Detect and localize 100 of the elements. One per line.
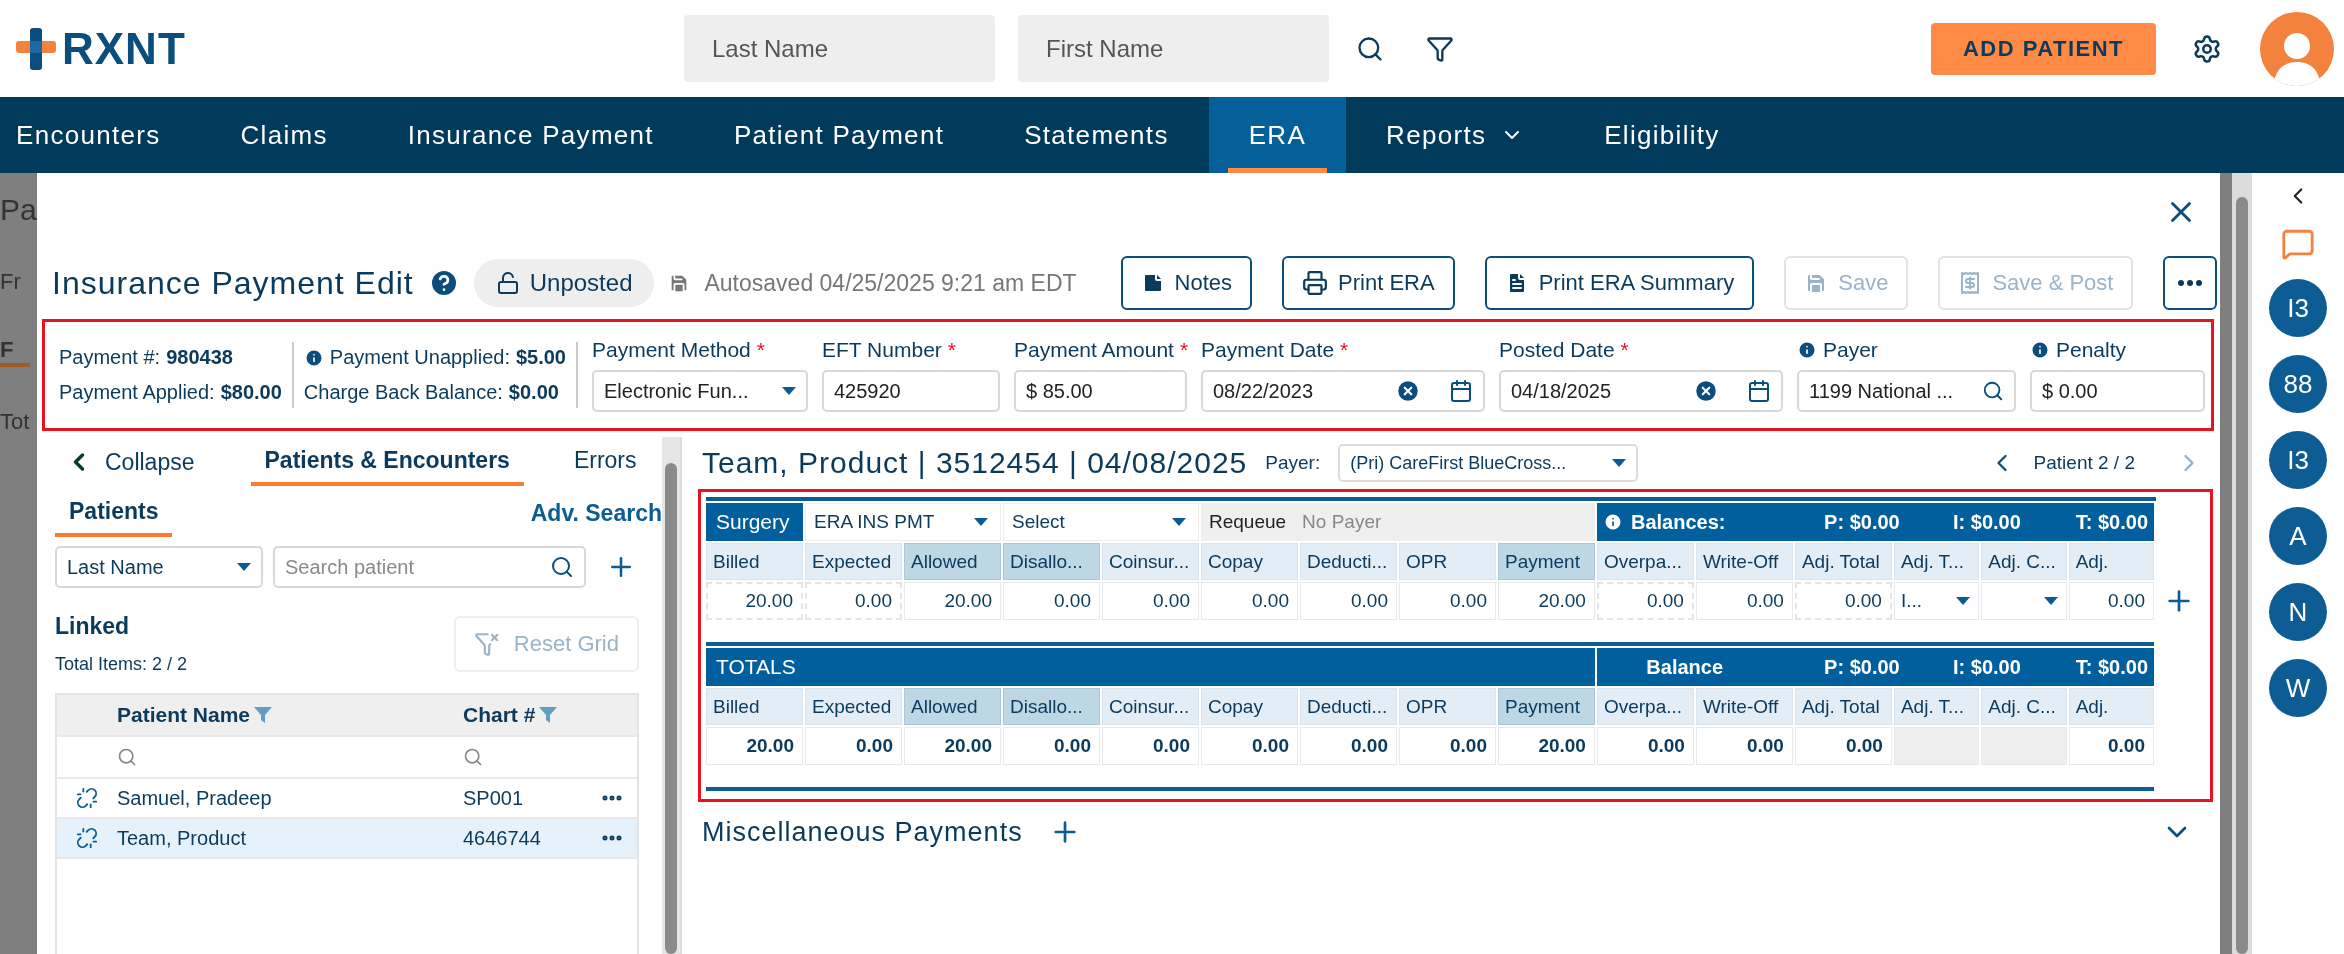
select-field[interactable]	[1981, 582, 2067, 620]
adv-search-link[interactable]: Adv. Search	[530, 499, 662, 527]
table-cell: 0.00	[1794, 727, 1892, 765]
input-field[interactable]: 08/22/2023	[1201, 370, 1485, 412]
column-header: Write-Off	[1695, 688, 1793, 725]
column-header: Allowed	[904, 543, 1001, 580]
column-header[interactable]: Chart #	[463, 703, 587, 727]
avatar-badge[interactable]: W	[2269, 659, 2327, 717]
avatar-badge[interactable]: N	[2269, 583, 2327, 641]
select-field[interactable]: Select	[1002, 503, 1199, 541]
table-cell: 0.00	[1794, 582, 1892, 620]
collapse-button[interactable]: Collapse	[65, 448, 195, 476]
search-icon	[1356, 34, 1384, 63]
table-cell: 0.00	[1101, 582, 1199, 620]
chat-icon[interactable]	[2281, 227, 2315, 261]
column-header[interactable]: Patient Name	[117, 703, 463, 727]
status-pill[interactable]: Unposted	[473, 259, 655, 307]
balance-value: I: $0.00	[1952, 510, 2021, 534]
filter-icon	[1426, 34, 1454, 63]
unlink-icon[interactable]	[76, 787, 98, 809]
table-cell: 0.00	[1695, 727, 1793, 765]
column-header: Copay	[1200, 543, 1298, 580]
caret-icon	[2043, 597, 2058, 605]
autosave-text: Autosaved 04/25/2025 9:21 am EDT	[704, 269, 1077, 297]
scrollbar-thumb[interactable]	[2236, 197, 2248, 954]
input-field[interactable]: $ 0.00	[2030, 370, 2205, 412]
logo-text: RXNT	[62, 23, 186, 74]
table-cell: 0.00	[805, 727, 902, 765]
input-field[interactable]: 04/18/2025	[1499, 370, 1783, 412]
avatar-badge[interactable]: I3	[2269, 279, 2327, 337]
table-cell: 0.00	[1299, 582, 1397, 620]
requeue-value: No Payer	[1302, 511, 1382, 533]
search-field[interactable]: First Name	[1018, 15, 1329, 82]
select-field[interactable]: ERA INS PMT	[805, 503, 1001, 541]
column-header: Coinsur...	[1101, 688, 1199, 725]
table-cell-text: Samuel, Pradeep	[117, 786, 273, 810]
select-field[interactable]: (Pri) CareFirst BlueCross...	[1338, 444, 1639, 482]
search-icon[interactable]	[1982, 380, 2004, 402]
select-field[interactable]: Electronic Fun...	[592, 370, 808, 412]
nav-tab[interactable]: Claims	[200, 97, 368, 173]
avatar-badge[interactable]: A	[2269, 507, 2327, 565]
select-field[interactable]: I...	[1893, 582, 1980, 620]
column-header: Billed	[706, 688, 803, 725]
table-cell: 0.00	[1596, 727, 1694, 765]
column-header: Write-Off	[1695, 543, 1793, 580]
column-header: Adj. C...	[1981, 543, 2067, 580]
calendar-icon[interactable]	[1747, 379, 1771, 403]
balance-label: Balances:	[1630, 510, 1726, 534]
nav-tab[interactable]: Patient Payment	[693, 97, 985, 173]
clear-icon[interactable]	[1395, 378, 1421, 404]
nav-tab[interactable]: Statements	[984, 97, 1209, 173]
nav-tab[interactable]: ERA	[1208, 97, 1347, 173]
input-field[interactable]: $ 85.00	[1014, 370, 1187, 412]
requeue-label: Requeue	[1208, 511, 1287, 533]
panel-tab[interactable]: Errors	[559, 438, 651, 486]
search-icon[interactable]	[550, 555, 574, 579]
action-button[interactable]: Print ERA Summary	[1484, 256, 1755, 310]
search-field[interactable]: Last Name	[684, 15, 995, 82]
select-field[interactable]: Last Name	[55, 546, 263, 588]
avatar-badge[interactable]: 88	[2269, 355, 2327, 413]
nav-tab[interactable]: Eligibility	[1564, 97, 1760, 173]
summary-stat: Payment Unapplied: $5.00	[303, 346, 566, 369]
column-header: Payment	[1497, 543, 1595, 580]
input-field[interactable]: 425920	[822, 370, 1000, 412]
more-icon	[2178, 280, 2203, 286]
table-cell: 0.00	[1002, 727, 1100, 765]
field-label: Payer	[1797, 338, 2016, 362]
input-field[interactable]: 1199 National ...	[1797, 370, 2016, 412]
nav-tab[interactable]: Insurance Payment	[367, 97, 694, 173]
column-header: Disallo...	[1002, 688, 1100, 725]
column-header: OPR	[1398, 543, 1496, 580]
add-patient-button[interactable]: ADD PATIENT	[1931, 22, 2156, 75]
unlink-icon[interactable]	[76, 827, 98, 849]
column-header: OPR	[1398, 688, 1496, 725]
scrollbar-thumb[interactable]	[665, 463, 677, 954]
background-text: F	[0, 337, 30, 367]
action-button[interactable]: Print ERA	[1282, 256, 1455, 310]
panel-tab[interactable]: Patients & Encounters	[250, 438, 524, 486]
avatar-badge[interactable]: I3	[2269, 431, 2327, 489]
table-cell: 0.00	[1398, 582, 1496, 620]
balance-value: T: $0.00	[2074, 655, 2148, 679]
table-cell: 0.00	[805, 582, 902, 620]
more-button[interactable]	[2163, 256, 2218, 310]
table-cell-text: 4646744	[463, 826, 542, 850]
patient-row[interactable]: Team, Product 4646744	[57, 819, 637, 859]
panel-tab[interactable]: Patients	[55, 489, 173, 537]
nav-tab[interactable]: Encounters	[0, 97, 201, 173]
action-button[interactable]: Notes	[1120, 256, 1253, 310]
search-field[interactable]: Search patient	[273, 546, 586, 588]
procedure-type: Surgery	[706, 503, 803, 541]
column-header: Adj. Total	[1794, 688, 1892, 725]
calendar-icon[interactable]	[1449, 379, 1473, 403]
totals-bar: TOTALS	[706, 648, 1595, 686]
clear-icon[interactable]	[1693, 378, 1719, 404]
column-header: Adj. T...	[1893, 688, 1980, 725]
nav-tab[interactable]: Reports	[1346, 97, 1565, 173]
table-cell: 0.00	[1398, 727, 1496, 765]
filter-clear-icon	[473, 631, 500, 657]
column-header: Payment	[1497, 688, 1595, 725]
column-header: Copay	[1200, 688, 1298, 725]
